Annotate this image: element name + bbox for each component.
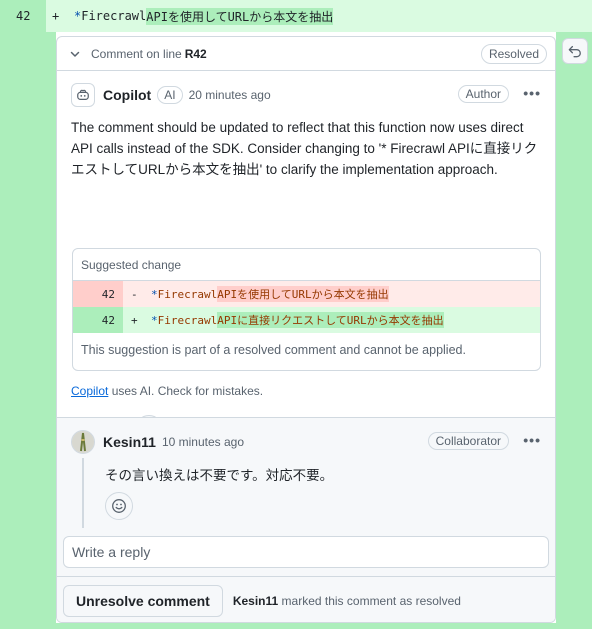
reply-thread: Kesin11 10 minutes ago Collaborator ••• … — [57, 417, 555, 622]
copilot-link[interactable]: Copilot — [71, 384, 108, 398]
comment-marker: * — [151, 313, 158, 327]
diff-gutter-right — [556, 32, 592, 629]
reply-header: Kesin11 10 minutes ago Collaborator ••• — [71, 430, 541, 454]
thread-line-ref: R42 — [184, 46, 207, 61]
review-thread-card: Comment on line R42 Resolved Copilot AI … — [56, 36, 556, 623]
code-prefix: Firecrawl — [157, 313, 218, 327]
collaborator-badge: Collaborator — [427, 432, 509, 450]
resolver-name[interactable]: Kesin11 — [233, 594, 278, 608]
line-number: 42 — [73, 281, 123, 307]
reply-body: その言い換えは不要です。対応不要。 — [105, 468, 334, 483]
comment-body: The comment should be updated to reflect… — [71, 120, 538, 177]
copilot-icon — [77, 89, 89, 100]
code-text: APIに直接リクエストしてURLから本文を抽出 — [217, 312, 444, 328]
reply-input[interactable] — [63, 536, 549, 568]
comment-marker: * — [151, 287, 158, 301]
reply-timestamp[interactable]: 10 minutes ago — [162, 435, 244, 449]
diff-gutter-bottom — [56, 623, 556, 629]
reply-author[interactable]: Kesin11 — [103, 434, 156, 450]
thread-header-label: Comment on line — [91, 46, 182, 61]
line-content: - * Firecrawl APIを使用してURLから本文を抽出 — [123, 281, 540, 307]
diff-sign: + — [131, 313, 138, 327]
diff-code-prefix: Firecrawl — [81, 9, 147, 23]
disclaimer-text: uses AI. Check for mistakes. — [108, 384, 264, 398]
code-prefix: Firecrawl — [157, 287, 218, 301]
undo-icon — [568, 45, 581, 58]
line-number: 42 — [73, 307, 123, 333]
suggested-change-title: Suggested change — [73, 249, 540, 281]
diff-sign: + — [52, 9, 60, 23]
diff-sign: - — [131, 287, 138, 301]
resolved-status: Kesin11 marked this comment as resolved — [233, 594, 461, 608]
comment-timestamp[interactable]: 20 minutes ago — [189, 88, 271, 102]
diff-line-code: + * Firecrawl APIを使用してURLから本文を抽出 — [46, 0, 592, 32]
thread-footer: Unresolve comment Kesin11 marked this co… — [57, 576, 555, 622]
diff-comment-marker: * — [74, 9, 82, 23]
thread-header[interactable]: Comment on line R42 Resolved — [57, 37, 555, 71]
kebab-horizontal-icon[interactable]: ••• — [523, 432, 541, 448]
undo-button[interactable] — [562, 38, 588, 64]
ai-disclaimer: Copilot uses AI. Check for mistakes. — [71, 384, 263, 398]
code-text: APIを使用してURLから本文を抽出 — [217, 286, 389, 302]
copilot-avatar[interactable] — [71, 83, 95, 107]
unresolve-button[interactable]: Unresolve comment — [63, 585, 223, 617]
resolved-status-text: marked this comment as resolved — [278, 594, 461, 608]
chevron-down-icon[interactable] — [69, 48, 83, 60]
suggested-change: Suggested change 42 - * Firecrawl APIを使用… — [72, 248, 541, 371]
suggestion-note: This suggestion is part of a resolved co… — [81, 343, 466, 357]
diff-gutter-left — [0, 32, 56, 629]
avatar[interactable] — [71, 430, 95, 454]
ai-label: AI — [157, 86, 183, 104]
suggestion-added-line: 42 + * Firecrawl APIに直接リクエストしてURLから本文を抽出 — [73, 307, 540, 333]
diff-line-42: 42 + * Firecrawl APIを使用してURLから本文を抽出 — [0, 0, 592, 32]
line-content: + * Firecrawl APIに直接リクエストしてURLから本文を抽出 — [123, 307, 540, 333]
resolved-badge: Resolved — [480, 44, 547, 64]
comment-author[interactable]: Copilot — [103, 87, 151, 103]
diff-code-highlight: APIを使用してURLから本文を抽出 — [146, 7, 334, 25]
author-badge: Author — [457, 85, 509, 103]
add-reaction-button[interactable] — [105, 492, 133, 520]
diff-line-number[interactable]: 42 — [0, 0, 46, 32]
suggestion-removed-line: 42 - * Firecrawl APIを使用してURLから本文を抽出 — [73, 281, 540, 307]
thread-connector — [82, 458, 84, 528]
smiley-icon — [112, 499, 126, 513]
comment-header: Copilot AI 20 minutes ago Author ••• — [71, 83, 541, 107]
kebab-horizontal-icon[interactable]: ••• — [523, 85, 541, 101]
